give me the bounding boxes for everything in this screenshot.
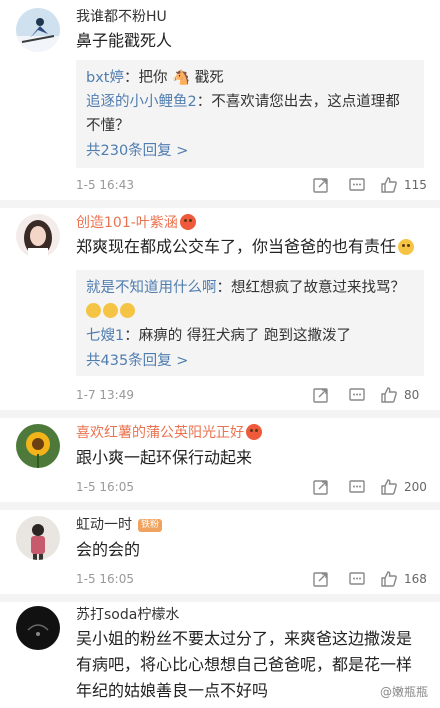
like-count: 200 [404,480,427,494]
avatar[interactable] [16,516,60,560]
like-count: 115 [404,178,427,192]
author-name[interactable]: 虹动一时 [76,517,132,533]
like-icon[interactable] [380,386,398,404]
reply-author[interactable]: 追逐的小小鲤鱼2 [86,94,197,110]
emoji-icon [179,214,196,230]
comment-icon[interactable] [348,176,366,194]
comment-meta: 1-5 16:43 115 [76,176,427,196]
emoji-icon [120,303,135,318]
comment-icon[interactable] [348,570,366,588]
avatar[interactable] [16,8,60,52]
share-icon[interactable] [312,176,330,194]
comment-icon[interactable] [348,478,366,496]
comment-text: 吴小姐的粉丝不要太过分了，来爽爸这边撒泼是有病吧，将心比心想想自己爸爸呢，都是花… [76,629,413,700]
reply-author[interactable]: 七嫂1 [86,328,124,344]
timestamp: 1-7 13:49 [76,388,134,402]
emoji-row [86,300,414,324]
divider [0,410,440,418]
comment-text: 鼻子能戳死人 [76,31,173,50]
reply-text: ：麻痹的 得狂犬病了 跑到这撒泼了 [124,328,351,344]
timestamp: 1-5 16:05 [76,572,134,586]
like-count: 168 [404,572,427,586]
comment-author[interactable]: 创造101-叶紫涵 [76,214,196,232]
fan-badge: 铁粉 [138,519,163,532]
avatar[interactable] [16,606,60,650]
timestamp: 1-5 16:05 [76,480,134,494]
comment-author[interactable]: 虹动一时 铁粉 [76,516,163,534]
share-icon[interactable] [312,386,330,404]
divider [0,502,440,510]
emoji-icon [103,303,118,318]
comment-meta: 1-7 13:49 80 [76,386,424,406]
comment-text: 会的会的 [76,540,141,559]
avatar[interactable] [16,214,60,258]
comment-meta: 1-5 16:05 200 [76,478,427,498]
divider [0,200,440,208]
share-icon[interactable] [312,478,330,496]
like-icon[interactable] [380,478,398,496]
watermark: @嫩瓶瓶 [379,685,428,699]
divider [0,594,440,602]
reply-text: ：把你 🐴 戳死 [123,70,224,86]
like-icon[interactable] [380,570,398,588]
reply-line: 七嫂1：麻痹的 得狂犬病了 跑到这撒泼了 [86,324,414,348]
reply-text: ：想红想疯了故意过来找骂？ [216,280,406,296]
timestamp: 1-5 16:43 [76,178,134,192]
smile-emoji-icon [398,239,415,255]
comment-body: 郑爽现在都成公交车了，你当爸爸的也有责任 [76,237,397,256]
like-count: 80 [404,388,420,402]
author-name[interactable]: 喜欢红薯的蒲公英阳光正好 [76,425,244,441]
avatar[interactable] [16,424,60,468]
comment-text: 郑爽现在都成公交车了，你当爸爸的也有责任 [76,234,424,260]
comment-icon[interactable] [348,386,366,404]
reply-line: bxt婷：把你 🐴 戳死 [86,66,414,90]
more-replies-link[interactable]: 共230条回复 > [86,138,414,164]
comment-author[interactable]: 苏打soda柠檬水 [76,606,179,624]
reply-author[interactable]: 就是不知道用什么啊 [86,280,217,296]
author-name[interactable]: 创造101-叶紫涵 [76,215,178,231]
reply-line: 就是不知道用什么啊：想红想疯了故意过来找骂？ [86,276,414,300]
comment-text: 跟小爽一起环保行动起来 [76,448,253,467]
emoji-icon [246,424,262,440]
like-icon[interactable] [380,176,398,194]
reply-box[interactable]: bxt婷：把你 🐴 戳死 追逐的小小鲤鱼2：不喜欢请您出去，这点道理都不懂？ 共… [76,60,424,168]
reply-author[interactable]: bxt婷 [86,70,124,86]
comment-meta: 1-5 16:05 168 [76,570,427,590]
comment-author[interactable]: 喜欢红薯的蒲公英阳光正好 [76,424,262,442]
comment-author[interactable]: 我谁都不粉HU [76,8,167,26]
reply-line: 追逐的小小鲤鱼2：不喜欢请您出去，这点道理都不懂？ [86,90,414,138]
more-replies-link[interactable]: 共435条回复 > [86,348,414,374]
emoji-icon [86,303,101,318]
reply-box[interactable]: 就是不知道用什么啊：想红想疯了故意过来找骂？ 七嫂1：麻痹的 得狂犬病了 跑到这… [76,270,424,376]
share-icon[interactable] [312,570,330,588]
